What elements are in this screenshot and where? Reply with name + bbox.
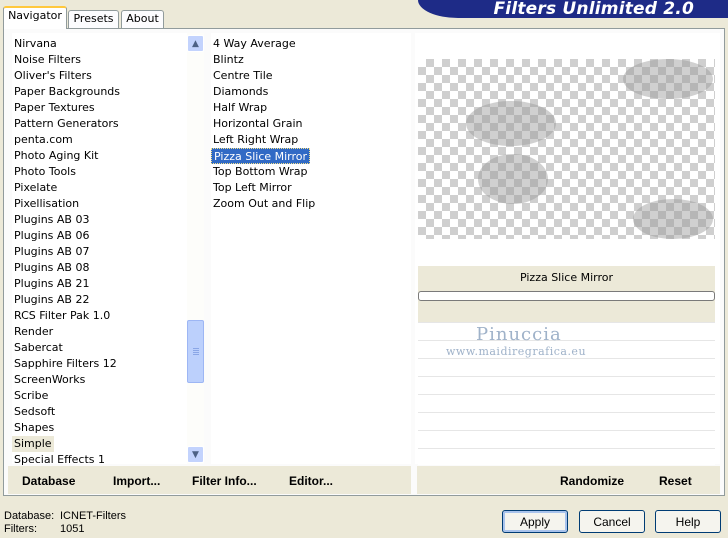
category-item[interactable]: Sapphire Filters 12 [12,356,119,372]
apply-button[interactable]: Apply [502,510,568,533]
filter-item[interactable]: Top Bottom Wrap [211,164,310,180]
category-item[interactable]: Plugins AB 08 [12,260,91,276]
filter-item[interactable]: Blintz [211,52,246,68]
tab-about[interactable]: About [121,10,164,28]
preview-filter-name: Pizza Slice Mirror [519,271,614,284]
category-item[interactable]: Plugins AB 22 [12,292,91,308]
category-list[interactable]: Nirvana Noise Filters Oliver's Filters Pape… [12,33,187,466]
category-scrollbar[interactable]: ▲ ▼ [187,33,204,464]
status-filters: Filters: 1051 [4,523,84,535]
scroll-down-icon[interactable]: ▼ [187,446,204,463]
slider-row[interactable] [418,412,715,429]
filters-value: 1051 [60,523,85,535]
category-item[interactable]: Scribe [12,388,50,404]
slider-row[interactable] [418,448,715,465]
cancel-button[interactable]: Cancel [579,510,645,533]
scroll-thumb[interactable] [187,320,204,383]
filter-list[interactable]: 4 Way Average Blintz Centre Tile Diamonds Ha… [211,33,411,464]
import-link[interactable]: Import... [113,474,160,488]
filter-item[interactable]: Horizontal Grain [211,116,304,132]
category-item[interactable]: Photo Aging Kit [12,148,100,164]
reset-link[interactable]: Reset [659,474,692,488]
scroll-up-icon[interactable]: ▲ [187,35,204,52]
category-item[interactable]: Pixelate [12,180,59,196]
randomize-link[interactable]: Randomize [560,474,624,488]
watermark-url: www.maidiregrafica.eu [446,345,587,358]
category-item[interactable]: penta.com [12,132,75,148]
category-item[interactable]: Oliver's Filters [12,68,94,84]
category-item[interactable]: Photo Tools [12,164,78,180]
tab-presets[interactable]: Presets [68,10,119,28]
app-title-banner: Filters Unlimited 2.0 [418,0,728,18]
watermark-name: Pinuccia [476,324,562,345]
category-item[interactable]: Plugins AB 21 [12,276,91,292]
filter-item[interactable]: Top Left Mirror [211,180,294,196]
category-item[interactable]: Render [12,324,55,340]
filter-item[interactable]: Half Wrap [211,100,269,116]
slider-row[interactable] [418,358,715,375]
category-item[interactable]: Simple [12,436,54,452]
database-value: ICNET-Filters [60,510,126,522]
help-button[interactable]: Help [655,510,721,533]
database-link[interactable]: Database [22,474,75,488]
filter-info-link[interactable]: Filter Info... [192,474,257,488]
category-item[interactable]: Shapes [12,420,56,436]
status-database: Database: ICNET-Filters [4,510,126,522]
slider-row[interactable] [418,430,715,447]
category-item[interactable]: Sedsoft [12,404,57,420]
category-item[interactable]: Plugins AB 07 [12,244,91,260]
category-item[interactable]: Paper Backgrounds [12,84,122,100]
category-item[interactable]: ScreenWorks [12,372,87,388]
progress-bar [418,291,715,301]
category-item[interactable]: Plugins AB 03 [12,212,91,228]
category-item[interactable]: Plugins AB 06 [12,228,91,244]
filter-item[interactable]: Pizza Slice Mirror [211,148,311,164]
filter-item[interactable]: 4 Way Average [211,36,298,52]
category-item[interactable]: Sabercat [12,340,65,356]
category-item[interactable]: Pattern Generators [12,116,121,132]
category-item[interactable]: Pixellisation [12,196,81,212]
filter-item[interactable]: Centre Tile [211,68,275,84]
filter-item[interactable]: Left Right Wrap [211,132,300,148]
category-item[interactable]: Paper Textures [12,100,97,116]
category-item[interactable]: RCS Filter Pak 1.0 [12,308,112,324]
editor-link[interactable]: Editor... [289,474,333,488]
filter-item[interactable]: Zoom Out and Flip [211,196,317,212]
slider-row[interactable] [418,376,715,393]
preview-image [418,59,715,239]
category-item[interactable]: Nirvana [12,36,59,52]
category-item[interactable]: Noise Filters [12,52,83,68]
filters-label: Filters: [4,523,37,535]
filter-item[interactable]: Diamonds [211,84,270,100]
slider-row[interactable] [418,322,715,339]
slider-row[interactable] [418,394,715,411]
tab-navigator[interactable]: Navigator [3,6,67,29]
database-label: Database: [4,510,55,522]
